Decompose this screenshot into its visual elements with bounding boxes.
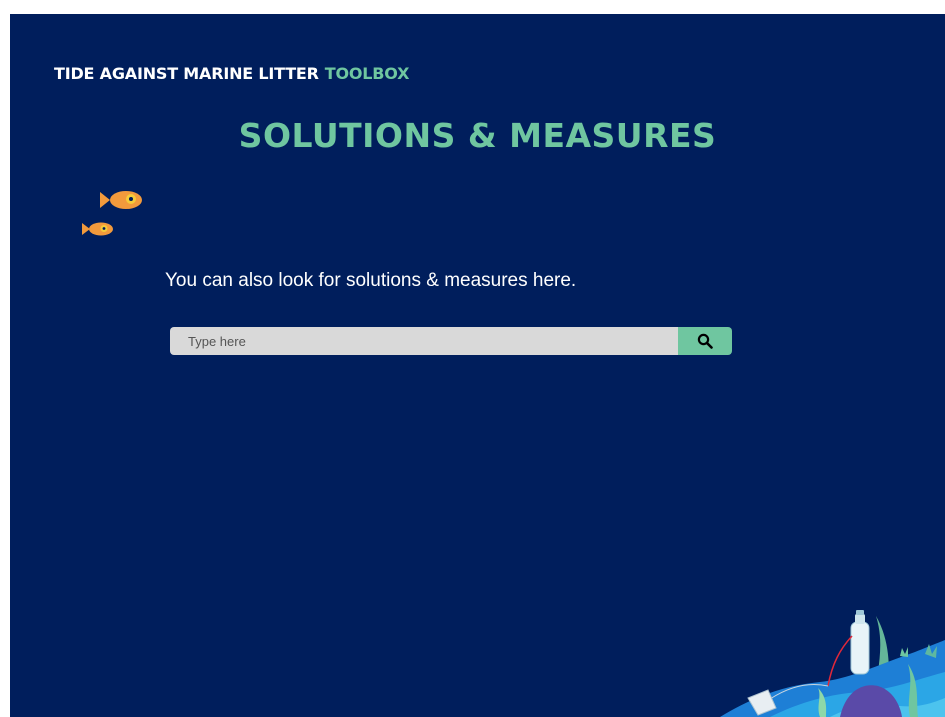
lead-text: You can also look for solutions & measur… bbox=[165, 270, 577, 291]
fish-icon bbox=[100, 191, 142, 209]
page-title: SOLUTIONS & MEASURES bbox=[238, 116, 717, 155]
brand-header: TIDE AGAINST MARINE LITTER TOOLBOX bbox=[54, 64, 409, 83]
search-icon bbox=[697, 333, 713, 349]
search-input[interactable] bbox=[170, 327, 678, 355]
brand-name: TIDE AGAINST MARINE LITTER bbox=[54, 64, 319, 83]
brand-toolbox: TOOLBOX bbox=[324, 64, 410, 83]
fish-icon bbox=[82, 222, 113, 236]
search-button[interactable] bbox=[678, 327, 732, 355]
slide-canvas: TIDE AGAINST MARINE LITTER TOOLBOX SOLUTI… bbox=[10, 14, 945, 717]
ocean-litter-illustration bbox=[720, 610, 945, 717]
search-bar bbox=[170, 327, 732, 355]
